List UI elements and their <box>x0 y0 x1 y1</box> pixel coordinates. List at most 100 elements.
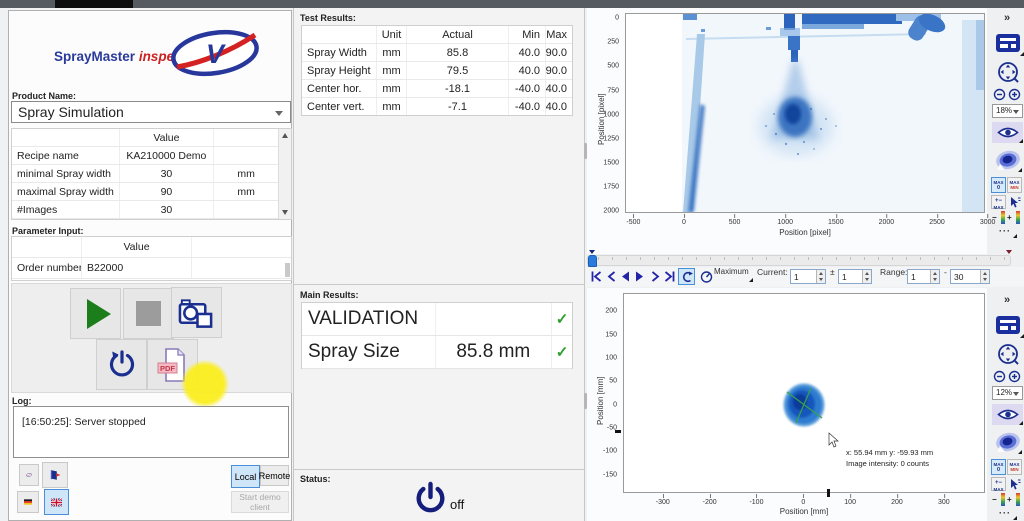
geo-plot-canvas[interactable] <box>623 293 985 493</box>
cursor-position-annotation: x: 55.94 mm y: -59.93 mm <box>846 448 933 457</box>
spin-down-icon[interactable] <box>819 278 823 281</box>
range-separator: - <box>944 267 947 277</box>
colorbar-decrease-button[interactable]: − <box>992 493 1006 507</box>
spinner-buttons[interactable] <box>816 270 825 283</box>
expand-panel-button[interactable]: » <box>1004 12 1009 24</box>
product-name-select[interactable]: Spray Simulation <box>11 101 291 123</box>
range-from-spinner[interactable]: 1 <box>907 269 940 284</box>
current-frame-spinner[interactable]: 1 <box>790 269 826 284</box>
spin-down-icon[interactable] <box>865 278 869 281</box>
power-status-icon[interactable] <box>412 480 449 517</box>
spin-down-icon[interactable] <box>933 278 937 281</box>
cell: mm <box>377 98 407 115</box>
spinner-buttons[interactable] <box>980 270 989 283</box>
spin-down-icon[interactable] <box>983 278 987 281</box>
log-output[interactable]: [16:50:25]: Server stopped <box>13 406 289 458</box>
cell: Recipe name <box>12 147 120 164</box>
colormap-button[interactable] <box>993 431 1022 454</box>
scale-max-min-button[interactable]: MAXMIN <box>1007 177 1022 193</box>
spin-up-icon[interactable] <box>865 272 869 275</box>
spin-up-icon[interactable] <box>933 272 937 275</box>
spin-up-icon[interactable] <box>819 272 823 275</box>
pick-value-button[interactable] <box>1007 477 1022 491</box>
more-options-button[interactable]: ··· <box>999 226 1011 236</box>
local-label: Local <box>235 472 257 482</box>
spinner-buttons[interactable] <box>862 270 871 283</box>
recipe-table-scrollbar[interactable] <box>278 129 291 219</box>
colormap-button[interactable] <box>993 149 1022 172</box>
parameter-table-scrollbar[interactable] <box>285 263 290 277</box>
tick-label: 0 <box>682 219 686 226</box>
stop-button[interactable] <box>123 288 174 339</box>
scroll-up-icon[interactable] <box>282 133 288 138</box>
scale-max-min-button[interactable]: MAXMIN <box>1007 459 1022 475</box>
table-row: Spray Widthmm85.840.090.0 <box>302 44 572 62</box>
language-english-button[interactable] <box>44 489 69 515</box>
zoom-level-select[interactable]: 18% <box>992 104 1023 118</box>
display-settings-button[interactable] <box>992 312 1024 338</box>
colorbar-gradient <box>1001 493 1005 506</box>
play-backward-button[interactable] <box>619 270 632 283</box>
cell: mm <box>377 44 407 61</box>
zoom-in-button[interactable] <box>1008 370 1021 383</box>
display-settings-button[interactable] <box>992 30 1024 56</box>
spin-up-icon[interactable] <box>983 272 987 275</box>
view-options-button[interactable] <box>992 404 1023 425</box>
pdf-report-button[interactable]: PDF <box>147 339 198 390</box>
tick-label: 500 <box>607 63 619 70</box>
current-frame-value: 1 <box>794 272 799 282</box>
timeline-handle[interactable] <box>588 255 597 267</box>
scale-max-zero-button[interactable]: MAX0 <box>991 459 1006 475</box>
colorbar-increase-button[interactable]: + <box>1007 493 1021 507</box>
loop-playback-button[interactable] <box>678 268 695 285</box>
last-frame-button[interactable] <box>663 270 676 283</box>
frame-window-spinner[interactable]: 1 <box>838 269 872 284</box>
frame-timeline[interactable] <box>587 255 1011 266</box>
first-frame-button[interactable] <box>590 270 603 283</box>
previous-frame-button[interactable] <box>605 270 618 283</box>
fit-view-button[interactable] <box>995 342 1021 366</box>
expand-panel-button[interactable]: » <box>1004 294 1009 306</box>
snapshot-button[interactable] <box>171 287 222 338</box>
more-options-button[interactable]: ··· <box>999 508 1011 518</box>
zoom-in-icon <box>1008 370 1021 383</box>
spinner-buttons[interactable] <box>930 270 939 283</box>
pick-value-button[interactable] <box>1007 195 1022 209</box>
about-button[interactable] <box>19 464 39 486</box>
cell <box>214 147 278 164</box>
play-forward-button[interactable] <box>633 270 646 283</box>
start-button[interactable] <box>70 288 121 339</box>
restart-server-button[interactable] <box>96 339 147 390</box>
exit-button[interactable] <box>42 462 68 488</box>
scroll-down-icon[interactable] <box>282 210 288 215</box>
language-german-button[interactable] <box>17 491 39 513</box>
visibility-eye-icon <box>997 126 1019 139</box>
cell: Center hor. <box>302 80 377 97</box>
view-options-button[interactable] <box>992 122 1023 143</box>
zoom-out-icon <box>993 370 1006 383</box>
zoom-level-select[interactable]: 12% <box>992 386 1023 400</box>
zoom-in-button[interactable] <box>1008 88 1021 101</box>
scale-symmetric-button[interactable]: +−MAX <box>991 195 1006 209</box>
header-cell <box>302 26 377 43</box>
next-frame-button[interactable] <box>649 270 662 283</box>
scale-max-zero-button[interactable]: MAX0 <box>991 177 1006 193</box>
colorbar-increase-button[interactable]: + <box>1007 211 1021 225</box>
start-demo-client-button[interactable]: Start demo client <box>231 491 289 513</box>
fit-view-button[interactable] <box>995 60 1021 84</box>
maximum-mode-button[interactable] <box>700 270 713 283</box>
range-to-spinner[interactable]: 30 <box>950 269 990 284</box>
play-icon <box>87 299 111 329</box>
scale-symmetric-button[interactable]: +−MAX <box>991 477 1006 491</box>
frame-window-value: 1 <box>842 272 847 282</box>
colorbar-gradient <box>1016 493 1020 506</box>
header-cell: Unit <box>377 26 407 43</box>
zoom-out-button[interactable] <box>993 370 1006 383</box>
remote-mode-button[interactable]: Remote <box>260 465 289 486</box>
zoom-out-button[interactable] <box>993 88 1006 101</box>
colorbar-decrease-button[interactable]: − <box>992 211 1006 225</box>
colormap-icon <box>995 150 1021 171</box>
maximum-label[interactable]: Maximum <box>714 267 749 276</box>
local-mode-button[interactable]: Local <box>231 465 260 488</box>
camera-plot-canvas[interactable] <box>625 13 985 213</box>
